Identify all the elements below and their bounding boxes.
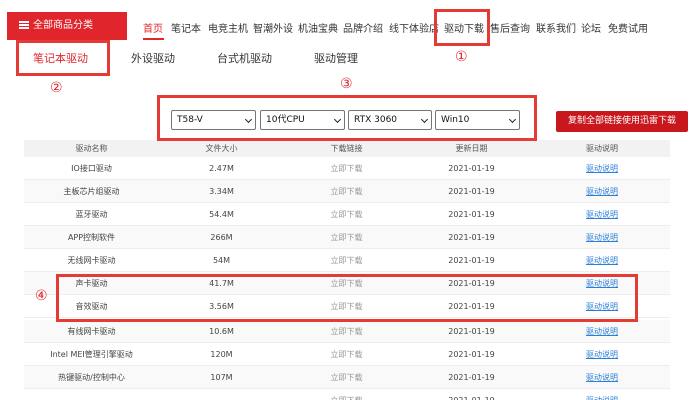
update-date: 2021-01-19 bbox=[448, 187, 495, 196]
table-row: 热键驱动/控制中心 107M 立即下载 2021-01-19 驱动说明 bbox=[24, 366, 670, 389]
active-nav-underline bbox=[143, 38, 164, 40]
driver-notes-link[interactable]: 驱动说明 bbox=[534, 389, 670, 400]
nav-guide[interactable]: 机油宝典 bbox=[298, 20, 338, 35]
driver-name: 有线网卡驱动 bbox=[67, 327, 116, 336]
table-row: IO接口驱动 2.47M 立即下载 2021-01-19 驱动说明 bbox=[24, 157, 670, 180]
annotation-box-audio-rows bbox=[56, 274, 638, 322]
all-categories-label: 全部商品分类 bbox=[33, 20, 93, 31]
driver-notes-link[interactable]: 驱动说明 bbox=[534, 343, 670, 366]
driver-name: 热键驱动/控制中心 bbox=[58, 373, 125, 382]
tab-driver-management[interactable]: 驱动管理 bbox=[314, 50, 358, 66]
header-driver-notes: 驱动说明 bbox=[586, 144, 618, 153]
driver-name: 蓝牙驱动 bbox=[75, 210, 108, 219]
copy-all-links-button[interactable]: 复制全部链接使用迅雷下载 bbox=[556, 111, 688, 132]
nav-brand[interactable]: 品牌介绍 bbox=[343, 20, 383, 35]
annotation-box-driver-download bbox=[434, 9, 490, 46]
header-file-size: 文件大小 bbox=[205, 144, 238, 153]
driver-notes-link[interactable]: 驱动说明 bbox=[534, 203, 670, 226]
driver-notes-link[interactable]: 驱动说明 bbox=[534, 226, 670, 249]
table-row: 无线网卡驱动 54M 立即下载 2021-01-19 驱动说明 bbox=[24, 249, 670, 272]
table-row: 有线网卡驱动 10.6M 立即下载 2021-01-19 驱动说明 bbox=[24, 320, 670, 343]
nav-stores[interactable]: 线下体验店 bbox=[389, 20, 439, 35]
file-size: 2.47M bbox=[209, 164, 234, 173]
nav-gaming-pc[interactable]: 电竞主机 bbox=[208, 20, 248, 35]
tab-desktop-drivers[interactable]: 台式机驱动 bbox=[217, 50, 272, 66]
file-size: 10.6M bbox=[209, 327, 234, 336]
top-navigation: 全部商品分类 首页 笔记本 电竞主机 智潮外设 机油宝典 品牌介绍 线下体验店 … bbox=[0, 0, 696, 45]
all-categories-button[interactable]: 全部商品分类 bbox=[7, 12, 127, 40]
update-date: 2021-01-19 bbox=[448, 350, 495, 359]
update-date: 2021-01-19 bbox=[448, 233, 495, 242]
header-download-link: 下载链接 bbox=[330, 144, 363, 153]
download-link[interactable]: 立即下载 bbox=[284, 366, 409, 389]
download-link[interactable]: 立即下载 bbox=[284, 343, 409, 366]
file-size: 54.4M bbox=[209, 210, 234, 219]
nav-laptops[interactable]: 笔记本 bbox=[171, 20, 201, 35]
tab-peripheral-drivers[interactable]: 外设驱动 bbox=[131, 50, 175, 66]
table-row: 立即下载 2021-01-19 驱动说明 bbox=[24, 389, 670, 400]
nav-home[interactable]: 首页 bbox=[143, 20, 163, 35]
download-link[interactable]: 立即下载 bbox=[284, 157, 409, 180]
driver-name: IO接口驱动 bbox=[71, 164, 112, 173]
annotation-box-laptop-tab bbox=[16, 40, 110, 76]
annotation-number-4: ④ bbox=[35, 288, 48, 304]
download-link[interactable]: 立即下载 bbox=[284, 320, 409, 343]
table-row: 蓝牙驱动 54.4M 立即下载 2021-01-19 驱动说明 bbox=[24, 203, 670, 226]
update-date: 2021-01-19 bbox=[448, 256, 495, 265]
driver-notes-link[interactable]: 驱动说明 bbox=[534, 249, 670, 272]
download-link[interactable]: 立即下载 bbox=[284, 180, 409, 203]
table-row: Intel MEI管理引擎驱动 120M 立即下载 2021-01-19 驱动说… bbox=[24, 343, 670, 366]
file-size: 107M bbox=[210, 373, 233, 382]
download-link[interactable]: 立即下载 bbox=[284, 249, 409, 272]
file-size bbox=[159, 389, 284, 400]
menu-icon bbox=[19, 21, 29, 29]
annotation-number-3: ③ bbox=[340, 76, 353, 92]
driver-notes-link[interactable]: 驱动说明 bbox=[534, 157, 670, 180]
update-date: 2021-01-19 bbox=[448, 210, 495, 219]
driver-name: Intel MEI管理引擎驱动 bbox=[50, 350, 133, 359]
annotation-number-1: ① bbox=[455, 49, 468, 65]
nav-peripherals[interactable]: 智潮外设 bbox=[253, 20, 293, 35]
download-link[interactable]: 立即下载 bbox=[284, 226, 409, 249]
download-link[interactable]: 立即下载 bbox=[284, 389, 409, 400]
driver-notes-link[interactable]: 驱动说明 bbox=[534, 366, 670, 389]
update-date: 2021-01-19 bbox=[448, 373, 495, 382]
nav-contact[interactable]: 联系我们 bbox=[536, 20, 576, 35]
driver-notes-link[interactable]: 驱动说明 bbox=[534, 320, 670, 343]
update-date: 2021-01-19 bbox=[409, 389, 534, 400]
file-size: 3.34M bbox=[209, 187, 234, 196]
nav-forum[interactable]: 论坛 bbox=[581, 20, 601, 35]
table-header: 驱动名称 文件大小 下载链接 更新日期 驱动说明 bbox=[24, 140, 670, 157]
table-row: APP控制软件 266M 立即下载 2021-01-19 驱动说明 bbox=[24, 226, 670, 249]
update-date: 2021-01-19 bbox=[448, 164, 495, 173]
driver-name: APP控制软件 bbox=[67, 233, 116, 242]
download-link[interactable]: 立即下载 bbox=[284, 203, 409, 226]
driver-notes-link[interactable]: 驱动说明 bbox=[534, 180, 670, 203]
annotation-number-2: ② bbox=[50, 80, 63, 96]
table-row: 主板芯片组驱动 3.34M 立即下载 2021-01-19 驱动说明 bbox=[24, 180, 670, 203]
file-size: 266M bbox=[210, 233, 233, 242]
nav-free-trial[interactable]: 免费试用 bbox=[608, 20, 648, 35]
nav-after-sales[interactable]: 售后查询 bbox=[490, 20, 530, 35]
driver-name: 无线网卡驱动 bbox=[67, 256, 116, 265]
file-size: 120M bbox=[210, 350, 233, 359]
driver-name bbox=[24, 389, 159, 400]
header-driver-name: 驱动名称 bbox=[75, 144, 108, 153]
header-update-date: 更新日期 bbox=[455, 144, 488, 153]
file-size: 54M bbox=[212, 256, 231, 265]
update-date: 2021-01-19 bbox=[448, 327, 495, 336]
driver-name: 主板芯片组驱动 bbox=[63, 187, 120, 196]
annotation-box-filters bbox=[157, 95, 537, 141]
